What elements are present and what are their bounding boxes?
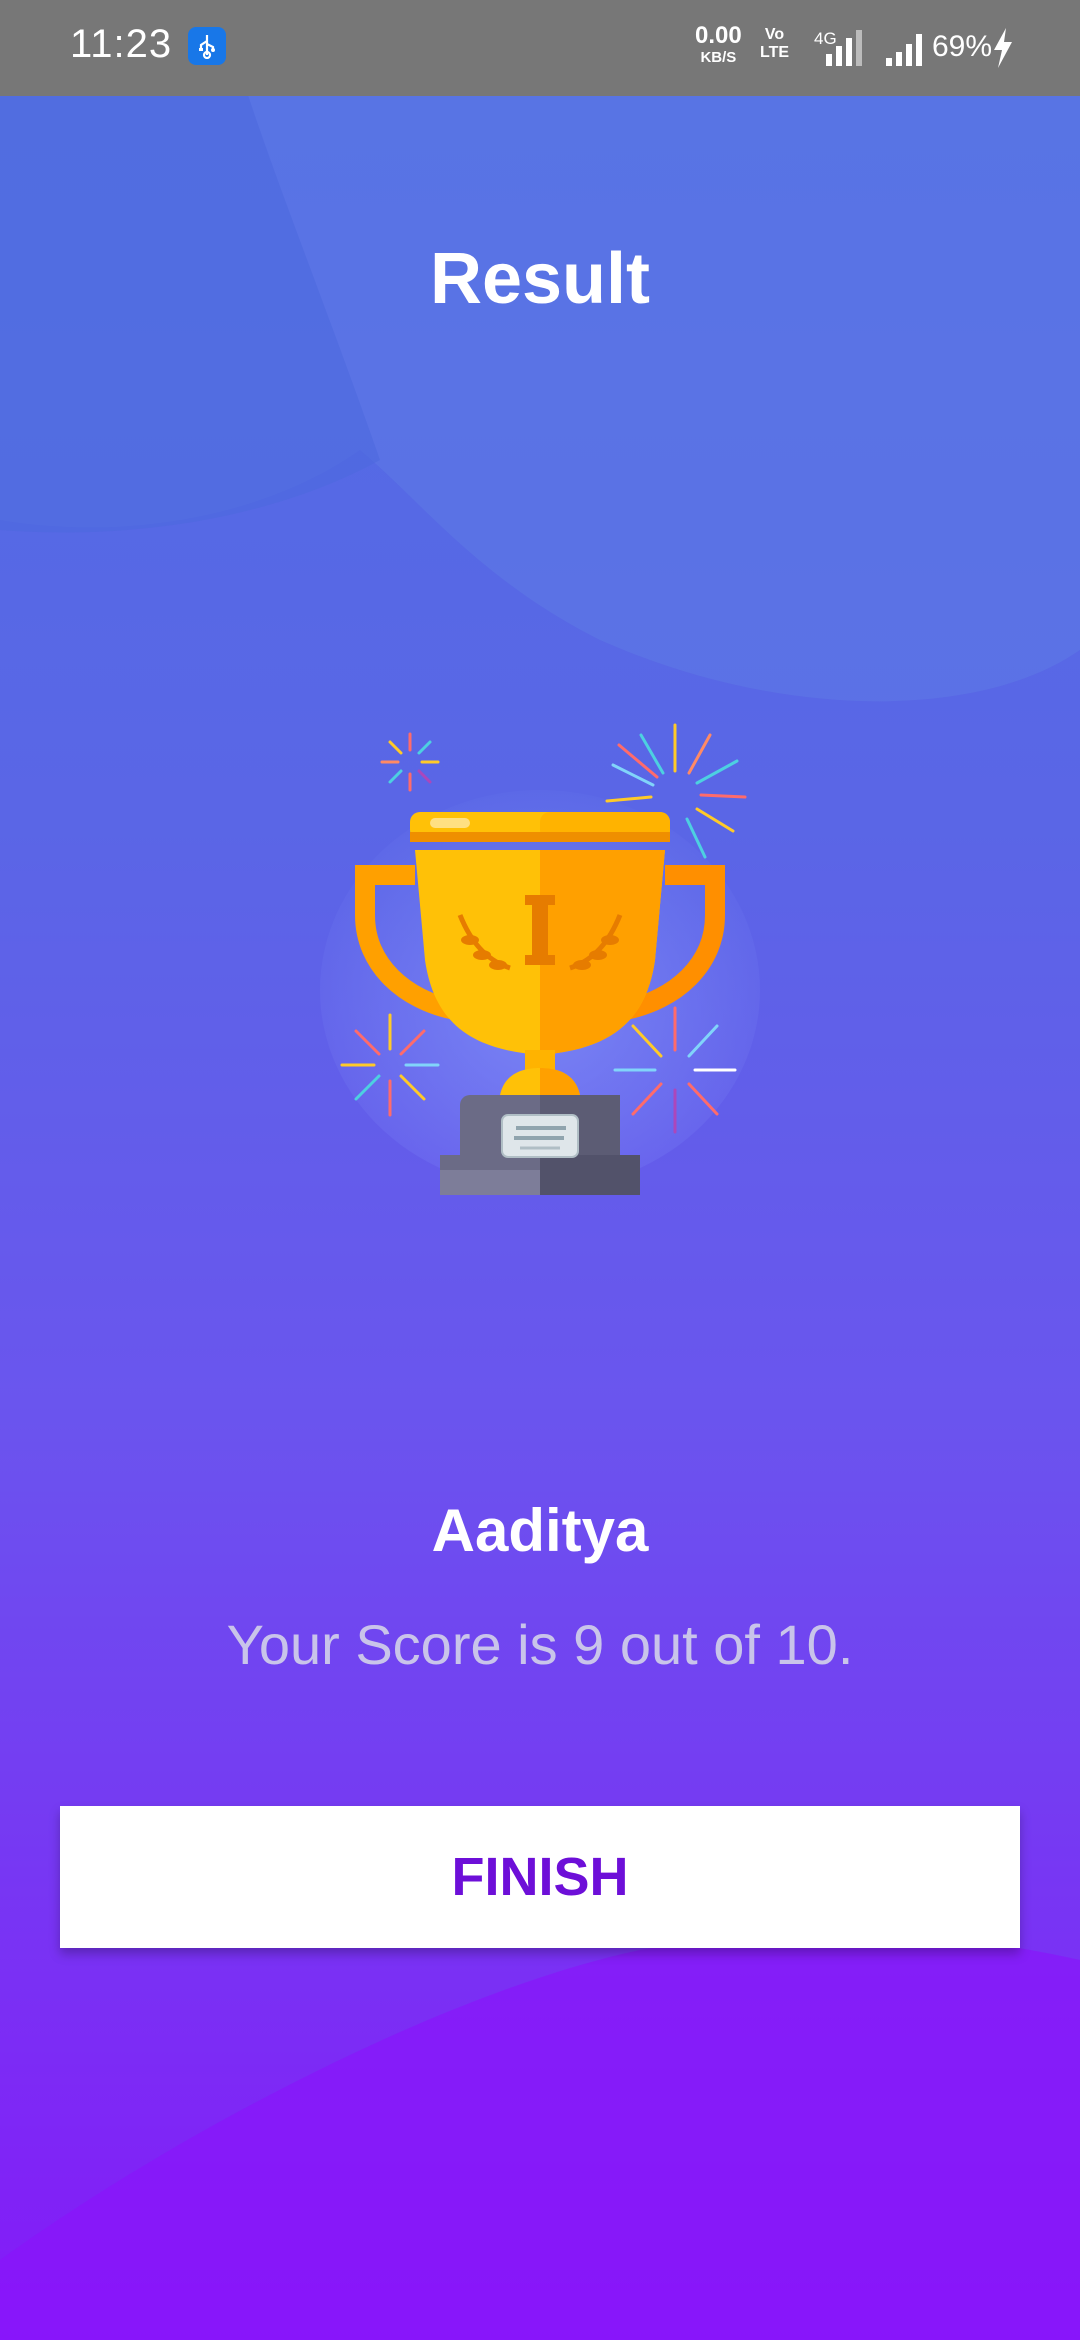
- page-title: Result: [429, 239, 651, 319]
- status-bar: 11:23 0.00 KB/S Vo LTE 4G 69%: [0, 0, 1080, 96]
- volte-line1: Vo: [764, 26, 785, 43]
- usb-icon: [188, 27, 226, 65]
- network-type-label: 4G: [814, 29, 837, 48]
- signal-strength-icon: [886, 34, 922, 66]
- finish-button-label: FINISH: [451, 1847, 629, 1907]
- status-time: 11:23: [70, 22, 173, 66]
- battery-percent: 69%: [932, 30, 993, 63]
- score-text: Your Score is 9 out of 10.: [226, 1613, 854, 1676]
- network-speed-unit: KB/S: [700, 49, 737, 66]
- volte-line2: LTE: [760, 43, 790, 61]
- network-speed-value: 0.00: [695, 22, 742, 49]
- charging-bolt-icon: [994, 28, 1012, 68]
- signal-4g-icon: 4G: [814, 29, 862, 66]
- player-name: Aaditya: [431, 1497, 649, 1564]
- result-screen: 11:23 0.00 KB/S Vo LTE 4G 69% Result Aad…: [0, 0, 1080, 2340]
- finish-button[interactable]: FINISH: [60, 1806, 1020, 1948]
- network-speed: 0.00 KB/S: [695, 22, 742, 66]
- volte-indicator: Vo LTE: [760, 26, 789, 61]
- trophy-illustration: [320, 723, 760, 1195]
